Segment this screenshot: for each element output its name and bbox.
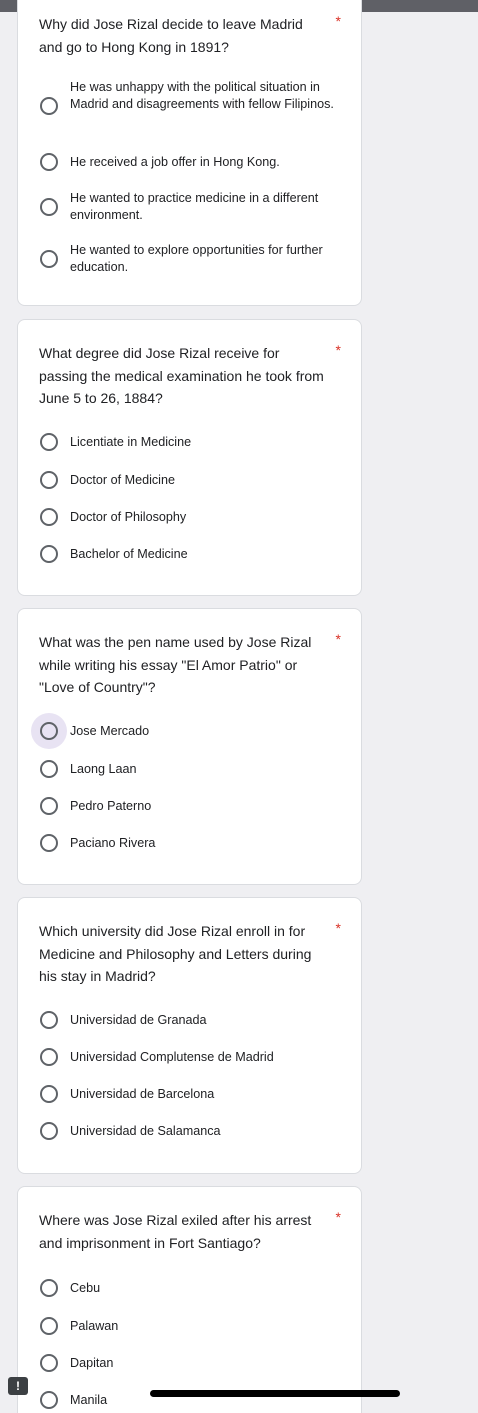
option-label: Paciano Rivera bbox=[70, 836, 156, 850]
option-label: He was unhappy with the political situat… bbox=[70, 80, 334, 111]
question-title: What was the pen name used by Jose Rizal… bbox=[39, 634, 312, 695]
option-label: He received a job offer in Hong Kong. bbox=[70, 155, 280, 169]
option-label: He wanted to explore opportunities for f… bbox=[70, 243, 323, 274]
radio-button[interactable] bbox=[40, 1085, 58, 1103]
radio-button[interactable] bbox=[40, 1391, 58, 1409]
question-title: What degree did Jose Rizal receive for p… bbox=[39, 345, 324, 406]
option-label: Universidad de Salamanca bbox=[70, 1124, 221, 1138]
required-asterisk: * bbox=[335, 342, 341, 358]
radio-button[interactable] bbox=[40, 1354, 58, 1372]
option-label: He wanted to practice medicine in a diff… bbox=[70, 191, 319, 222]
option-label: Laong Laan bbox=[70, 762, 137, 776]
required-asterisk: * bbox=[335, 920, 341, 936]
radio-button[interactable] bbox=[40, 153, 58, 171]
option-label: Doctor of Philosophy bbox=[70, 510, 187, 524]
option-label: Universidad de Barcelona bbox=[70, 1087, 215, 1101]
radio-button[interactable] bbox=[40, 471, 58, 489]
question-title: Which university did Jose Rizal enroll i… bbox=[39, 923, 312, 984]
option-label: Universidad Complutense de Madrid bbox=[70, 1050, 274, 1064]
option-label: Cebu bbox=[70, 1281, 101, 1295]
home-indicator[interactable] bbox=[150, 1390, 400, 1397]
required-asterisk: * bbox=[335, 13, 341, 29]
radio-button[interactable] bbox=[40, 834, 58, 852]
option-label: Licentiate in Medicine bbox=[70, 435, 192, 449]
option-label: Jose Mercado bbox=[70, 724, 150, 738]
question-title: Where was Jose Rizal exiled after his ar… bbox=[39, 1212, 312, 1251]
radio-button[interactable] bbox=[40, 545, 58, 563]
option-label: Pedro Paterno bbox=[70, 799, 152, 813]
radio-button[interactable] bbox=[40, 508, 58, 526]
question-card: What was the pen name used by Jose Rizal… bbox=[17, 608, 362, 885]
radio-button[interactable] bbox=[40, 760, 58, 778]
radio-button[interactable] bbox=[40, 1317, 58, 1335]
radio-button[interactable] bbox=[40, 1279, 58, 1297]
radio-button[interactable] bbox=[40, 97, 58, 115]
option-label: Universidad de Granada bbox=[70, 1013, 207, 1027]
option-label: Bachelor of Medicine bbox=[70, 547, 188, 561]
option-label: Dapitan bbox=[70, 1356, 114, 1370]
radio-button[interactable] bbox=[40, 250, 58, 268]
radio-button[interactable] bbox=[40, 722, 58, 740]
radio-button[interactable] bbox=[40, 797, 58, 815]
required-asterisk: * bbox=[335, 1209, 341, 1225]
radio-button[interactable] bbox=[40, 433, 58, 451]
option-label: Palawan bbox=[70, 1319, 119, 1333]
radio-button[interactable] bbox=[40, 1048, 58, 1066]
radio-button[interactable] bbox=[40, 1011, 58, 1029]
question-card: Which university did Jose Rizal enroll i… bbox=[17, 897, 362, 1174]
question-card: Where was Jose Rizal exiled after his ar… bbox=[17, 1186, 362, 1413]
required-asterisk: * bbox=[335, 631, 341, 647]
radio-button[interactable] bbox=[40, 198, 58, 216]
question-card: Why did Jose Rizal decide to leave Madri… bbox=[17, 0, 362, 306]
report-problem-icon[interactable]: ! bbox=[8, 1377, 28, 1395]
radio-button[interactable] bbox=[40, 1122, 58, 1140]
question-card: What degree did Jose Rizal receive for p… bbox=[17, 319, 362, 596]
option-label: Doctor of Medicine bbox=[70, 473, 175, 487]
question-title: Why did Jose Rizal decide to leave Madri… bbox=[39, 16, 303, 55]
